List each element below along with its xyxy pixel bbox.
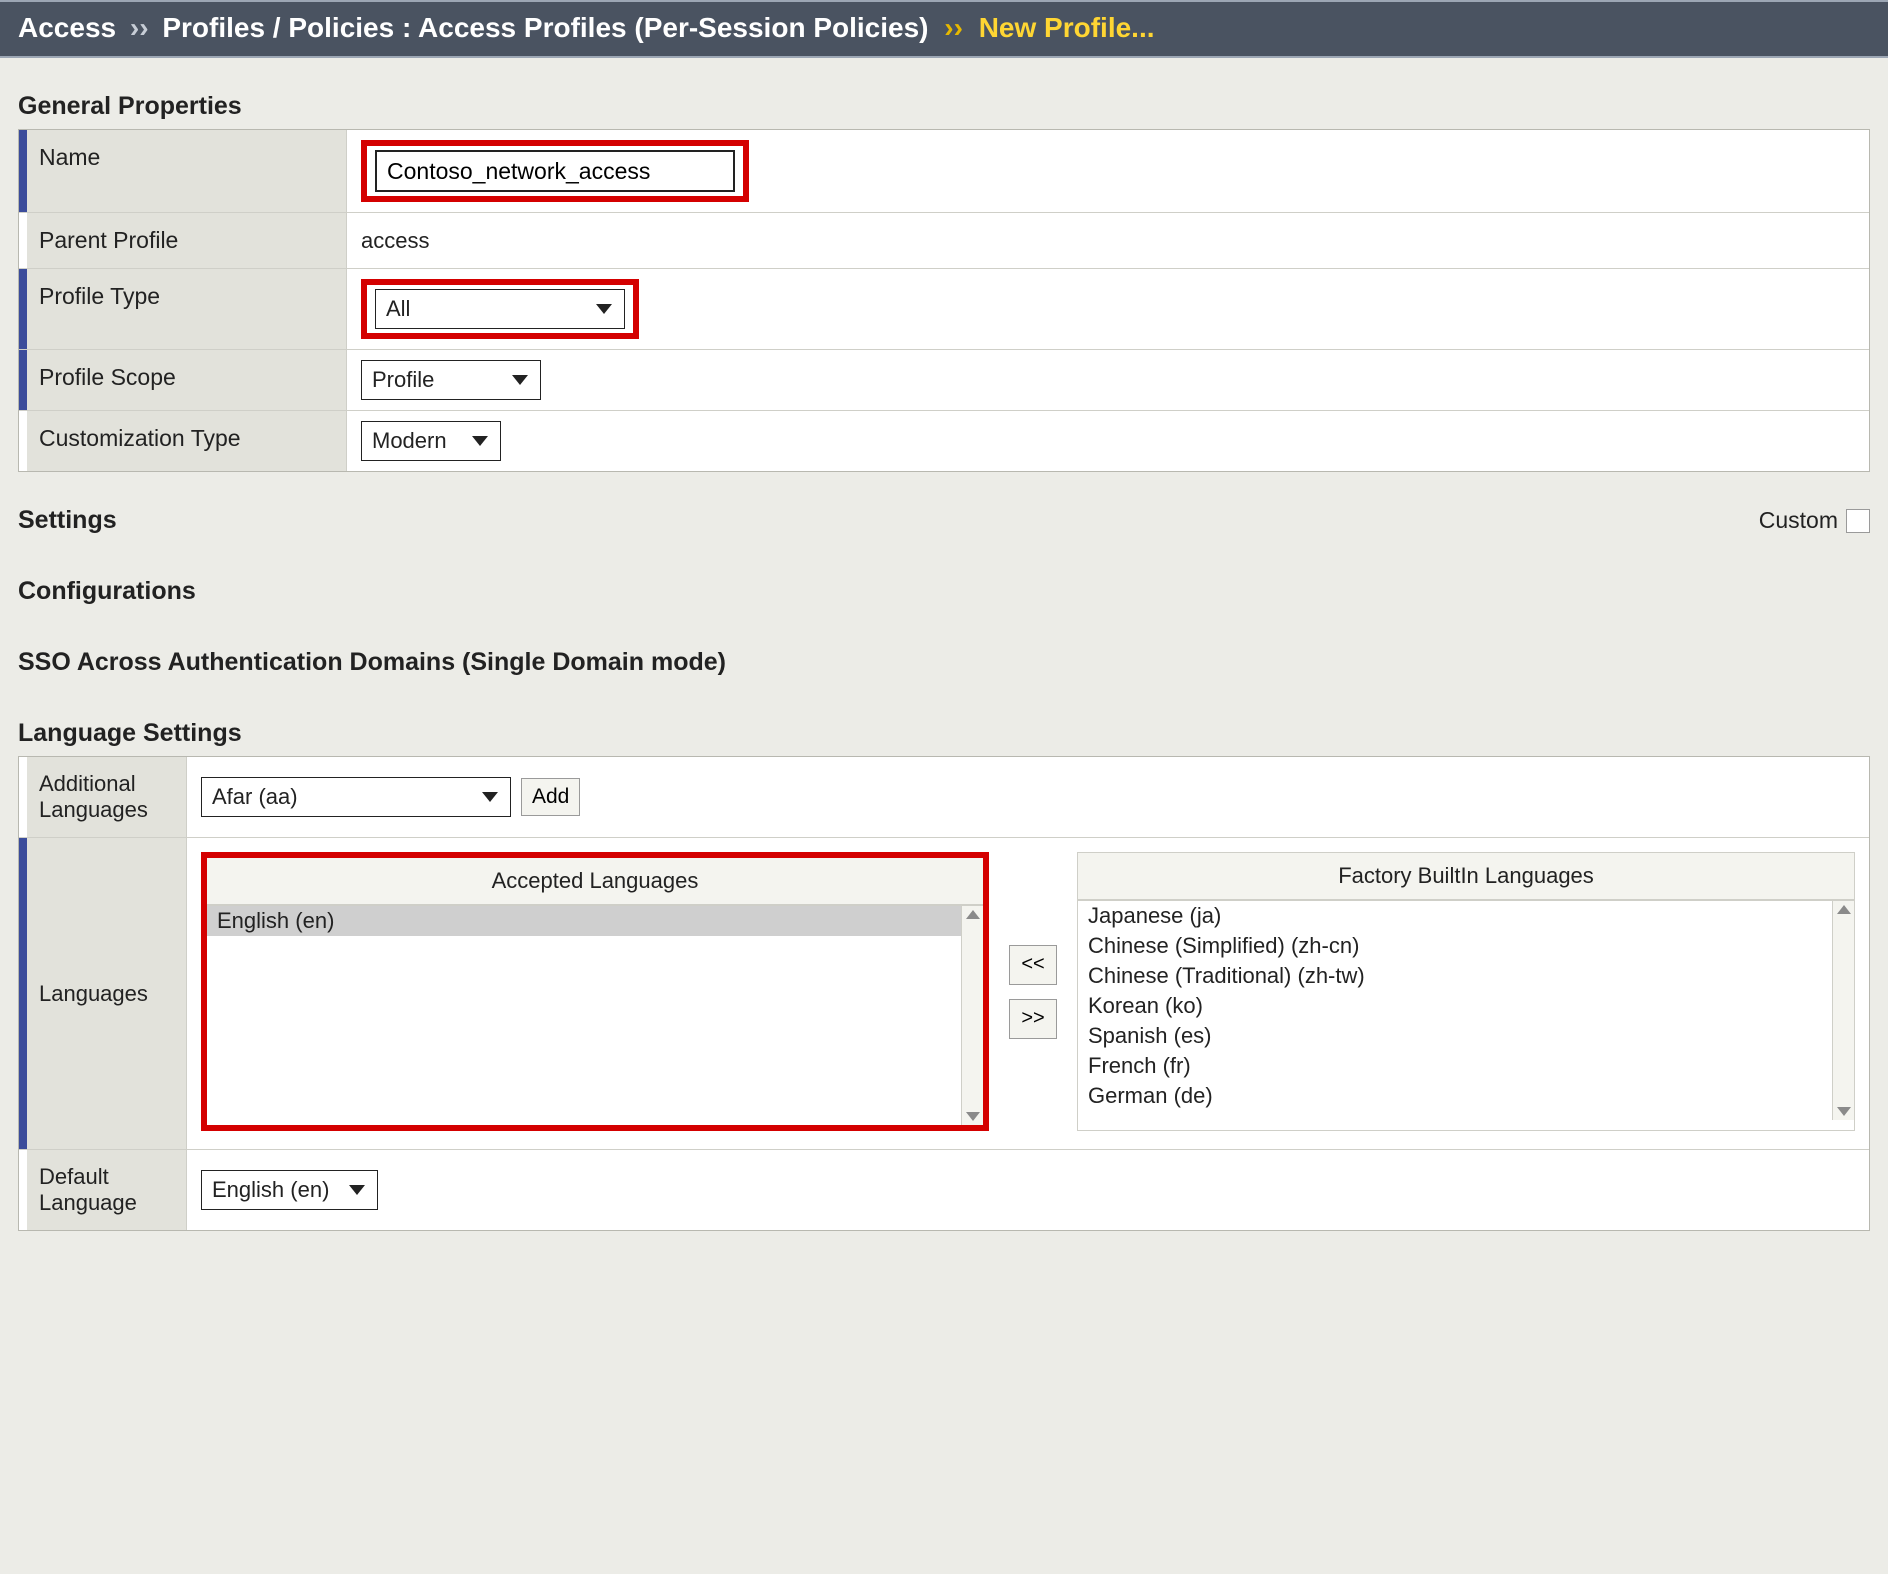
list-item[interactable]: Chinese (Traditional) (zh-tw) xyxy=(1078,961,1854,991)
profile-type-label: Profile Type xyxy=(27,269,347,349)
profile-scope-label: Profile Scope xyxy=(27,350,347,410)
breadcrumb-root[interactable]: Access xyxy=(18,12,116,43)
parent-profile-value: access xyxy=(361,228,429,254)
list-item[interactable]: Chinese (Simplified) (zh-cn) xyxy=(1078,931,1854,961)
list-item[interactable]: Korean (ko) xyxy=(1078,991,1854,1021)
additional-languages-label: Additional Languages xyxy=(27,757,187,837)
breadcrumb-leaf: New Profile... xyxy=(979,12,1155,43)
row-customization-type: Customization Type Modern xyxy=(19,410,1869,471)
move-right-button[interactable]: >> xyxy=(1009,999,1057,1039)
additional-languages-value: Afar (aa) xyxy=(212,784,298,810)
accepted-languages-listbox[interactable]: English (en) xyxy=(207,905,983,1125)
scroll-up-icon[interactable] xyxy=(966,910,980,919)
breadcrumb-sep-icon: ›› xyxy=(936,12,971,43)
scrollbar[interactable] xyxy=(1832,901,1854,1120)
breadcrumb-mid[interactable]: Profiles / Policies : Access Profiles (P… xyxy=(162,12,928,43)
row-parent-profile: Parent Profile access xyxy=(19,212,1869,268)
builtin-languages-header: Factory BuiltIn Languages xyxy=(1078,853,1854,900)
section-settings-title: Settings Custom xyxy=(0,472,1888,543)
list-item[interactable]: French (fr) xyxy=(1078,1051,1854,1081)
parent-profile-label: Parent Profile xyxy=(27,213,347,268)
general-panel: Name Parent Profile access Profile Type … xyxy=(18,129,1870,472)
row-languages: Languages Accepted Languages English (en… xyxy=(19,837,1869,1149)
move-left-button[interactable]: << xyxy=(1009,945,1057,985)
section-general-title: General Properties xyxy=(0,58,1888,129)
custom-checkbox[interactable] xyxy=(1846,509,1870,533)
section-config-title: Configurations xyxy=(0,543,1888,614)
highlight-box xyxy=(361,140,749,202)
row-name: Name xyxy=(19,130,1869,212)
row-default-language: Default Language English (en) xyxy=(19,1149,1869,1230)
section-language-title: Language Settings xyxy=(0,685,1888,756)
language-panel: Additional Languages Afar (aa) Add Langu… xyxy=(18,756,1870,1231)
section-sso-title: SSO Across Authentication Domains (Singl… xyxy=(0,614,1888,685)
scroll-down-icon[interactable] xyxy=(966,1112,980,1121)
languages-label: Languages xyxy=(27,838,187,1149)
additional-languages-select[interactable]: Afar (aa) xyxy=(201,777,511,817)
list-item[interactable]: Spanish (es) xyxy=(1078,1021,1854,1051)
profile-type-select[interactable]: All xyxy=(375,289,625,329)
row-profile-type: Profile Type All xyxy=(19,268,1869,349)
highlight-box: All xyxy=(361,279,639,339)
settings-heading: Settings xyxy=(18,506,117,535)
required-marker xyxy=(19,411,27,471)
list-item[interactable]: English (en) xyxy=(207,906,983,936)
breadcrumb-sep-icon: ›› xyxy=(124,12,155,43)
scrollbar[interactable] xyxy=(961,906,983,1125)
customization-type-select[interactable]: Modern xyxy=(361,421,501,461)
add-language-button[interactable]: Add xyxy=(521,778,580,816)
default-language-label: Default Language xyxy=(27,1150,187,1230)
customization-type-value: Modern xyxy=(372,428,447,454)
breadcrumb: Access ›› Profiles / Policies : Access P… xyxy=(0,0,1888,58)
profile-scope-value: Profile xyxy=(372,367,434,393)
profile-type-value: All xyxy=(386,296,410,322)
row-additional-languages: Additional Languages Afar (aa) Add xyxy=(19,757,1869,837)
name-label: Name xyxy=(27,130,347,212)
list-item[interactable]: German (de) xyxy=(1078,1081,1854,1111)
row-profile-scope: Profile Scope Profile xyxy=(19,349,1869,410)
required-marker xyxy=(19,213,27,268)
scroll-up-icon[interactable] xyxy=(1837,905,1851,914)
required-marker xyxy=(19,838,27,1149)
builtin-languages-listbox[interactable]: Japanese (ja) Chinese (Simplified) (zh-c… xyxy=(1078,900,1854,1120)
required-marker xyxy=(19,130,27,212)
default-language-value: English (en) xyxy=(212,1177,329,1203)
required-marker xyxy=(19,350,27,410)
highlight-box: Accepted Languages English (en) xyxy=(201,852,989,1131)
customization-type-label: Customization Type xyxy=(27,411,347,471)
custom-label: Custom xyxy=(1759,507,1838,534)
default-language-select[interactable]: English (en) xyxy=(201,1170,378,1210)
required-marker xyxy=(19,757,27,837)
required-marker xyxy=(19,269,27,349)
required-marker xyxy=(19,1150,27,1230)
accepted-languages-header: Accepted Languages xyxy=(207,858,983,905)
profile-scope-select[interactable]: Profile xyxy=(361,360,541,400)
language-mover: << >> xyxy=(1009,852,1057,1131)
name-input[interactable] xyxy=(375,150,735,192)
list-item[interactable]: Japanese (ja) xyxy=(1078,901,1854,931)
builtin-languages-wrap: Factory BuiltIn Languages Japanese (ja) … xyxy=(1077,852,1855,1131)
scroll-down-icon[interactable] xyxy=(1837,1107,1851,1116)
